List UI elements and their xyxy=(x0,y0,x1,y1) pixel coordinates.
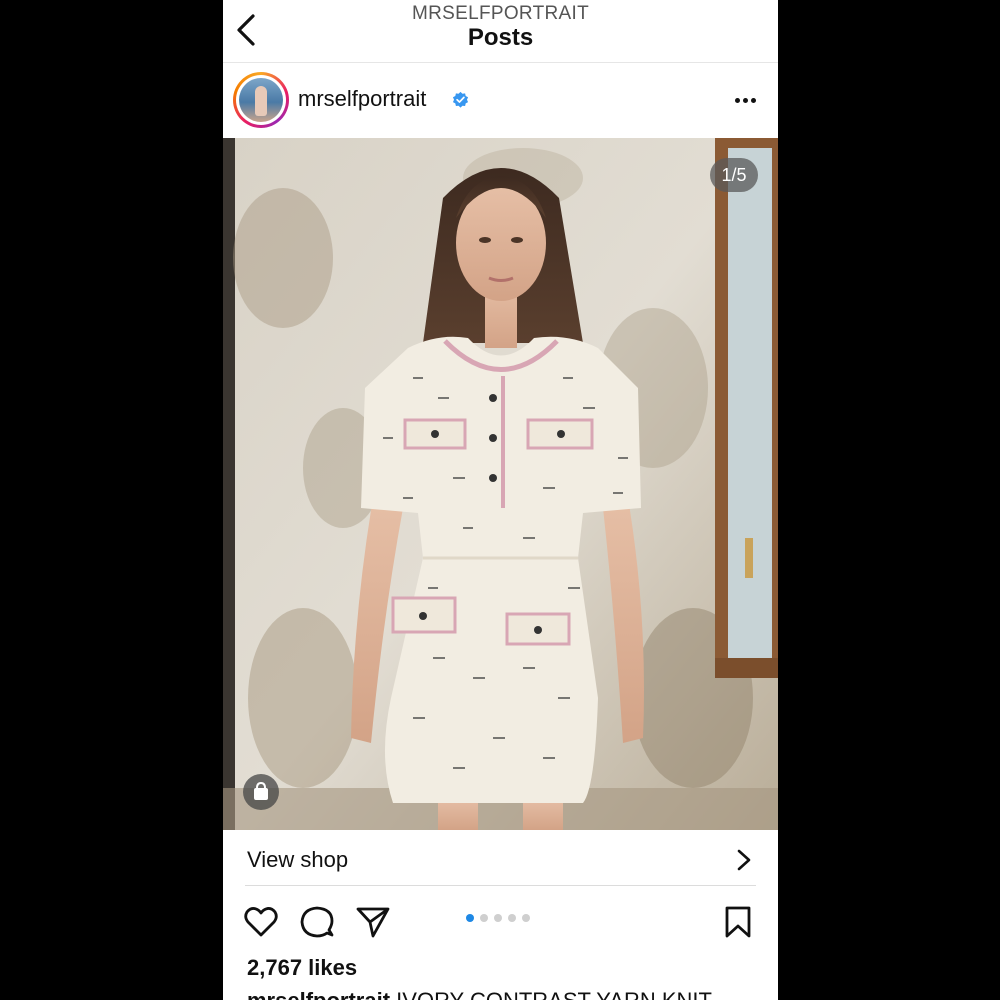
chevron-right-icon xyxy=(737,849,751,871)
shopping-tag-button[interactable] xyxy=(243,774,279,810)
comment-icon[interactable] xyxy=(299,904,335,940)
bookmark-icon[interactable] xyxy=(720,904,756,940)
likes-count[interactable]: 2,767 likes xyxy=(247,955,357,981)
carousel-dot-active xyxy=(466,914,474,922)
divider xyxy=(245,885,756,886)
page-title: Posts xyxy=(467,24,534,51)
story-ring[interactable] xyxy=(233,72,289,128)
avatar xyxy=(239,78,283,122)
heart-icon[interactable] xyxy=(243,904,279,940)
more-options-icon[interactable] xyxy=(733,90,759,110)
post-action-bar xyxy=(223,896,778,948)
view-shop-label: View shop xyxy=(247,847,349,872)
account-handle-header: MRSELFPORTRAIT xyxy=(412,3,589,24)
author-username[interactable]: mrselfportrait xyxy=(298,86,426,112)
image-counter-badge: 1/5 xyxy=(710,158,758,192)
carousel-dot xyxy=(522,914,530,922)
carousel-dot xyxy=(494,914,502,922)
post-caption: mrselfportrait IVORY CONTRAST YARN KNIT xyxy=(247,988,712,1000)
shopping-bag-icon xyxy=(254,781,268,800)
caption-text: IVORY CONTRAST YARN KNIT xyxy=(396,988,712,1000)
caption-username[interactable]: mrselfportrait xyxy=(247,988,390,1000)
send-icon[interactable] xyxy=(355,904,391,940)
carousel-dot xyxy=(508,914,516,922)
carousel-dot xyxy=(480,914,488,922)
top-nav-bar: MRSELFPORTRAIT Posts xyxy=(223,0,778,63)
post-author-row: mrselfportrait xyxy=(223,62,778,138)
post-image[interactable]: 1/5 xyxy=(223,138,778,830)
view-shop-row[interactable]: View shop xyxy=(223,830,778,886)
verified-badge-icon xyxy=(452,91,469,108)
fashion-photo xyxy=(223,138,778,830)
post-screen: MRSELFPORTRAIT Posts mrselfportrait 1/5 … xyxy=(223,0,778,1000)
